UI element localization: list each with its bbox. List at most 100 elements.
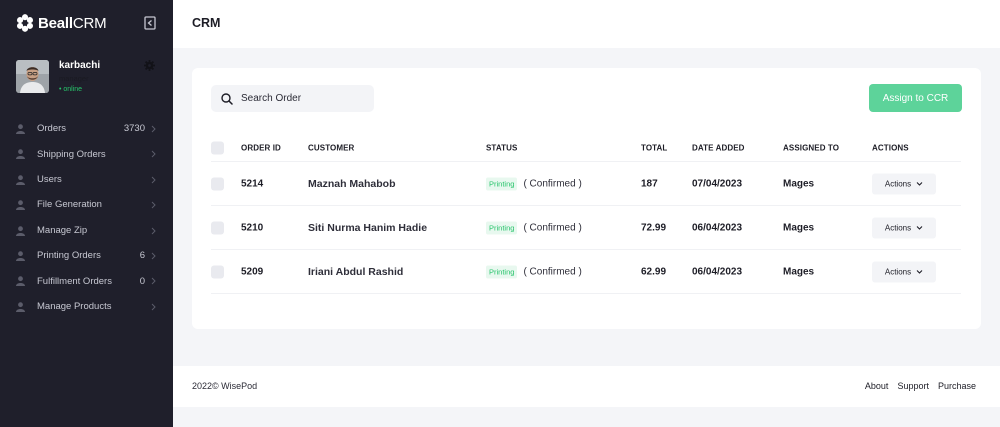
order-total: 62.99 xyxy=(641,266,667,277)
sidebar-item-printing-orders[interactable]: Printing Orders 6 xyxy=(0,243,173,268)
column-header-total: TOTAL xyxy=(641,143,668,152)
gear-icon[interactable] xyxy=(144,60,155,71)
chevron-right-icon xyxy=(151,252,156,260)
assign-to-ccr-button[interactable]: Assign to CCR xyxy=(869,84,962,112)
table-row: 5209 Iriani Abdul Rashid Printing ( Confi… xyxy=(211,250,961,294)
user-icon xyxy=(16,251,25,261)
sidebar-item-users[interactable]: Users xyxy=(0,167,173,192)
customer-name: Siti Nurma Hanim Hadie xyxy=(308,221,428,234)
assigned-to: Mages xyxy=(783,178,815,189)
sidebar-item-label: Users xyxy=(37,173,62,185)
status-badge: Printing xyxy=(486,177,518,190)
chevron-right-icon xyxy=(151,277,156,285)
search-input[interactable] xyxy=(241,93,361,104)
profile-name: karbachi xyxy=(59,60,101,71)
chevron-down-icon xyxy=(916,225,923,230)
sidebar-item-manage-zip[interactable]: Manage Zip xyxy=(0,218,173,243)
sidebar-item-count: 6 xyxy=(139,250,145,262)
sidebar-item-label: Manage Zip xyxy=(37,224,88,236)
sidebar-item-label: Shipping Orders xyxy=(37,148,106,160)
actions-dropdown-button[interactable]: Actions xyxy=(872,217,936,238)
column-header-customer: CUSTOMER xyxy=(308,143,355,152)
order-status: Printing ( Confirmed ) xyxy=(486,265,582,278)
user-icon xyxy=(16,175,25,185)
brand-name: BeallCRM xyxy=(38,14,107,32)
date-added: 06/04/2023 xyxy=(692,266,743,277)
status-text: ( Confirmed ) xyxy=(523,222,582,233)
actions-label: Actions xyxy=(884,179,912,188)
avatar-photo-icon xyxy=(16,60,49,93)
column-header-actions: ACTIONS xyxy=(872,143,909,152)
footer-links: About Support Purchase xyxy=(856,381,976,391)
chevron-right-icon xyxy=(151,176,156,184)
avatar[interactable] xyxy=(16,60,49,93)
user-icon xyxy=(16,276,25,287)
sidebar-item-shipping-orders[interactable]: Shipping Orders xyxy=(0,141,173,166)
copyright-text: 2022© WisePod xyxy=(192,381,258,391)
footer-link-support[interactable]: Support xyxy=(897,381,929,391)
top-header: CRM xyxy=(173,0,1000,48)
chevron-right-icon xyxy=(151,201,156,209)
assigned-to: Mages xyxy=(783,222,815,233)
order-total: 187 xyxy=(641,178,658,189)
customer-name: Iriani Abdul Rashid xyxy=(308,265,404,278)
sidebar-item-count: 3730 xyxy=(123,123,145,135)
customer-name: Maznah Mahabob xyxy=(308,177,396,190)
actions-dropdown-button[interactable]: Actions xyxy=(872,173,936,194)
chevron-right-icon xyxy=(151,151,156,158)
collapse-sidebar-icon[interactable] xyxy=(144,16,156,30)
sidebar-item-orders[interactable]: Orders 3730 xyxy=(0,116,173,141)
search-icon xyxy=(221,92,233,105)
sidebar-item-label: File Generation xyxy=(37,199,102,211)
row-checkbox[interactable] xyxy=(211,221,224,234)
column-header-status: STATUS xyxy=(486,143,518,152)
column-header-assigned-to: ASSIGNED TO xyxy=(783,143,840,152)
chevron-down-icon xyxy=(916,269,923,274)
row-checkbox[interactable] xyxy=(211,177,224,190)
profile-role: manager xyxy=(59,74,89,83)
actions-label: Actions xyxy=(884,267,912,276)
table-row: 5210 Siti Nurma Hanim Hadie Printing ( Co… xyxy=(211,206,961,250)
table-header-row: ORDER ID CUSTOMER STATUS TOTAL DATE ADDE… xyxy=(211,134,961,162)
sidebar-item-label: Fulfillment Orders xyxy=(37,275,112,287)
user-icon xyxy=(16,200,25,211)
order-id: 5210 xyxy=(241,222,264,233)
footer-link-purchase[interactable]: Purchase xyxy=(938,381,976,391)
sidebar-item-manage-products[interactable]: Manage Products xyxy=(0,294,173,319)
sidebar: BeallCRM karbachi manager • online Order… xyxy=(0,0,173,427)
sidebar-item-label: Printing Orders xyxy=(37,250,101,262)
column-header-date-added: DATE ADDED xyxy=(692,143,745,152)
actions-label: Actions xyxy=(884,223,912,232)
search-box[interactable] xyxy=(211,85,374,112)
status-badge: Printing xyxy=(486,265,518,278)
sidebar-item-label: Manage Products xyxy=(37,300,112,312)
table-row: 5214 Maznah Mahabob Printing ( Confirmed … xyxy=(211,162,961,206)
user-icon xyxy=(16,149,25,160)
sidebar-item-label: Orders xyxy=(37,123,67,135)
sidebar-item-fulfillment-orders[interactable]: Fulfillment Orders 0 xyxy=(0,268,173,293)
chevron-down-icon xyxy=(916,181,923,186)
user-profile: karbachi manager • online xyxy=(16,60,161,96)
column-header-order-id: ORDER ID xyxy=(241,143,281,152)
order-id: 5214 xyxy=(241,178,264,189)
orders-card: Assign to CCR ORDER ID CUSTOMER STATUS T… xyxy=(192,68,981,329)
date-added: 07/04/2023 xyxy=(692,178,743,189)
footer-link-about[interactable]: About xyxy=(865,381,889,391)
actions-dropdown-button[interactable]: Actions xyxy=(872,261,936,282)
order-status: Printing ( Confirmed ) xyxy=(486,177,582,190)
brand[interactable]: BeallCRM xyxy=(16,14,107,32)
user-icon xyxy=(16,225,25,236)
order-id: 5209 xyxy=(241,266,264,277)
order-total: 72.99 xyxy=(641,222,667,233)
sidebar-item-count: 0 xyxy=(139,275,145,287)
status-badge: Printing xyxy=(486,221,518,234)
sidebar-nav: Orders 3730 Shipping Orders Users File G… xyxy=(0,116,173,319)
online-status: • online xyxy=(59,86,83,93)
status-text: ( Confirmed ) xyxy=(523,178,582,189)
chevron-right-icon xyxy=(151,303,156,311)
status-text: ( Confirmed ) xyxy=(523,266,582,277)
row-checkbox[interactable] xyxy=(211,265,224,278)
sidebar-item-file-generation[interactable]: File Generation xyxy=(0,192,173,217)
select-all-checkbox[interactable] xyxy=(211,141,224,154)
orders-table: ORDER ID CUSTOMER STATUS TOTAL DATE ADDE… xyxy=(211,134,961,294)
